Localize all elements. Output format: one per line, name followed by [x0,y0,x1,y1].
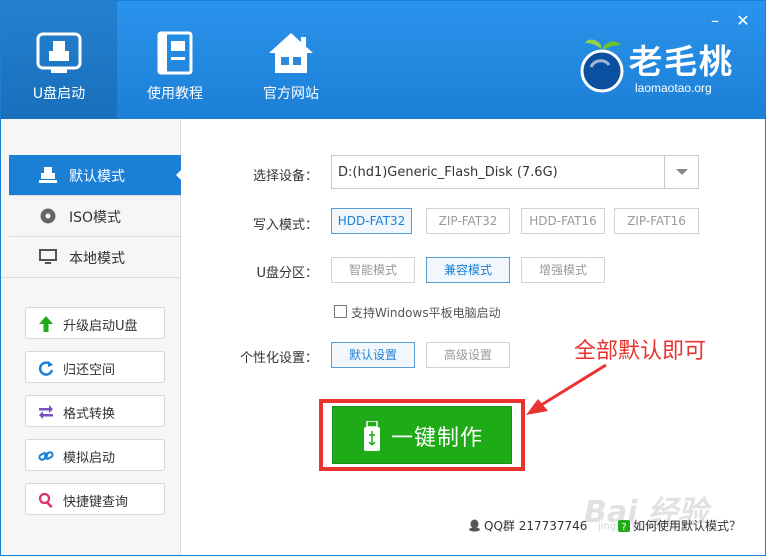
nav-usb-boot[interactable]: U盘启动 [1,1,117,119]
personalize-label: 个性化设置： [239,351,318,366]
usb-drive-icon [39,167,57,183]
annotation-arrow-icon [526,363,607,415]
restore-space-button[interactable]: 归还空间 [25,351,165,383]
peach-logo-icon [580,39,624,93]
restore-space-label: 归还空间 [63,363,116,378]
home-icon [269,33,313,73]
write-mode-hdd-fat16[interactable]: HDD-FAT16 [521,208,605,234]
nav-website-label: 官方网站 [263,86,319,102]
mode-default-label: 默认模式 [69,169,125,185]
mode-local-label: 本地模式 [69,251,125,267]
header-bar: U盘启动 使用教程 官方网站 – ✕ 老毛桃 laomaotao.org [1,1,765,119]
partition-compatible[interactable]: 兼容模式 [426,257,510,283]
minimize-button[interactable]: – [705,11,725,31]
write-mode-zip-fat32[interactable]: ZIP-FAT32 [426,208,510,234]
format-convert-button[interactable]: 格式转换 [25,395,165,427]
monitor-icon [39,249,57,264]
tablet-support-checkbox[interactable] [334,305,347,318]
sidebar: 默认模式 ISO模式 本地模式 升级启动U盘 归还空间 格式转换 模拟启动 快捷… [1,119,182,555]
logo-name: 老毛桃 [629,42,734,81]
svg-text:?: ? [621,522,626,532]
main-panel: 选择设备： D:(hd1)Generic_Flash_Disk (7.6G) 写… [182,119,765,555]
nav-usb-boot-label: U盘启动 [32,86,86,102]
device-select[interactable]: D:(hd1)Generic_Flash_Disk (7.6G) [331,155,699,189]
partition-label: U盘分区： [256,266,318,281]
write-mode-hdd-fat32[interactable]: HDD-FAT32 [331,208,412,234]
book-icon [157,31,193,75]
logo-site: laomaotao.org [635,81,712,95]
write-mode-zip-fat16[interactable]: ZIP-FAT16 [614,208,699,234]
hotkey-lookup-button[interactable]: 快捷键查询 [25,483,165,515]
swap-icon [39,405,53,419]
mode-default[interactable]: 默认模式 [9,155,182,195]
logo: 老毛桃 laomaotao.org [575,31,745,106]
device-label: 选择设备： [252,169,318,184]
refresh-icon [38,361,54,376]
search-icon [38,492,53,508]
upgrade-usb-button[interactable]: 升级启动U盘 [25,307,165,339]
link-icon [38,451,54,461]
format-convert-label: 格式转换 [63,407,116,422]
one-click-make-label: 一键制作 [391,426,484,451]
nav-website[interactable]: 官方网站 [233,1,349,119]
help-link-text: 如何使用默认模式？ [633,519,742,533]
upgrade-usb-label: 升级启动U盘 [63,319,138,334]
partition-enhanced[interactable]: 增强模式 [521,257,605,283]
simulate-boot-button[interactable]: 模拟启动 [25,439,165,471]
hotkey-lookup-label: 快捷键查询 [63,495,129,510]
partition-smart[interactable]: 智能模式 [331,257,415,283]
one-click-make-button[interactable]: 一键制作 [332,406,512,464]
qq-icon [469,519,480,532]
nav-tutorial[interactable]: 使用教程 [117,1,233,119]
close-button[interactable]: ✕ [733,11,753,31]
mode-iso-label: ISO模式 [69,210,122,226]
usb-stick-icon [364,421,380,451]
mode-iso[interactable]: ISO模式 [9,196,181,236]
mode-local[interactable]: 本地模式 [9,237,181,277]
personalize-advanced[interactable]: 高级设置 [426,342,510,368]
chevron-down-icon[interactable] [664,156,698,188]
usb-drive-icon [36,32,82,73]
qq-group-text: QQ群 217737746 [484,519,588,533]
device-select-value: D:(hd1)Generic_Flash_Disk (7.6G) [338,165,558,180]
help-link[interactable]: ? 如何使用默认模式？ [618,517,741,534]
simulate-boot-label: 模拟启动 [63,451,116,466]
qq-group: QQ群 217737746 [468,517,587,534]
nav-tutorial-label: 使用教程 [147,86,203,102]
personalize-default[interactable]: 默认设置 [331,342,415,368]
app-window: U盘启动 使用教程 官方网站 – ✕ 老毛桃 laomaotao.org 默认模… [0,0,766,556]
help-icon: ? [618,520,630,532]
tablet-support-label: 支持Windows平板电脑启动 [351,306,501,320]
divider [1,277,181,278]
disc-icon [40,208,56,224]
write-mode-label: 写入模式： [252,218,318,233]
arrow-up-icon [39,316,53,332]
